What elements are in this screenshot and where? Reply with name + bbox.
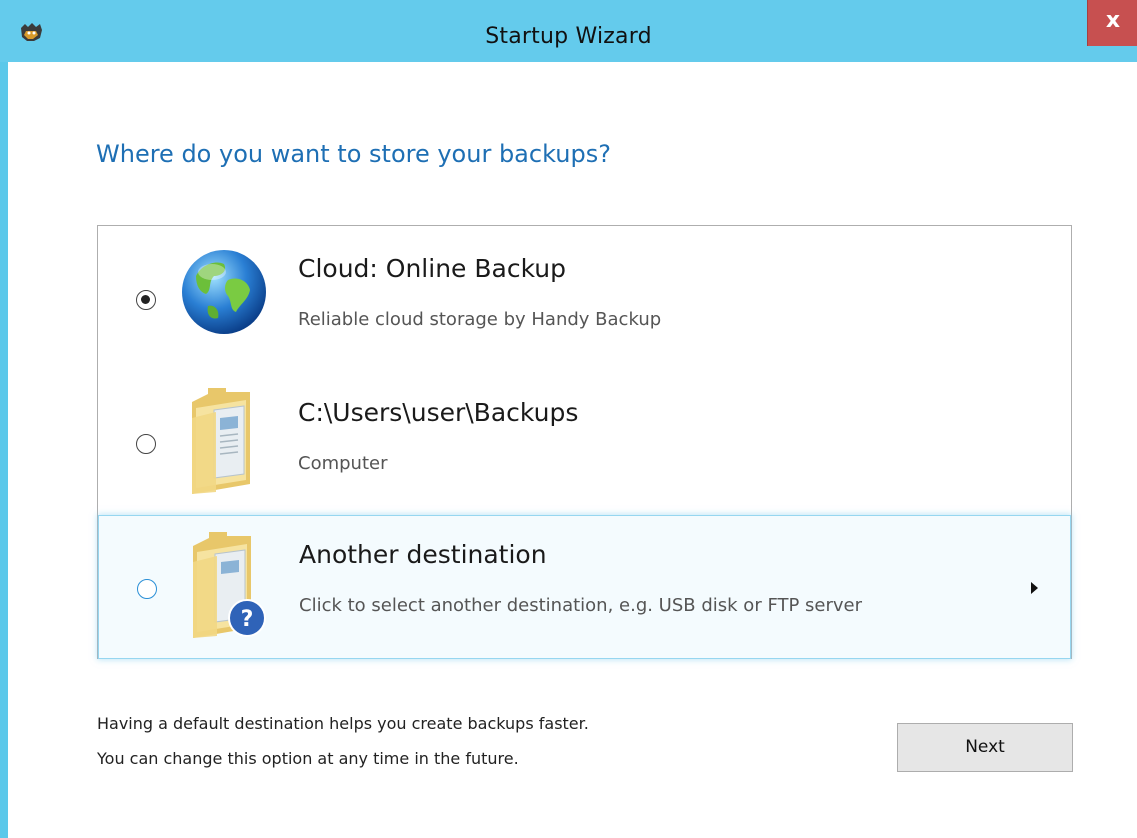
submenu-arrow-icon[interactable] bbox=[1031, 582, 1038, 594]
footer-info-line1: Having a default destination helps you c… bbox=[97, 714, 589, 733]
next-button[interactable]: Next bbox=[897, 723, 1073, 772]
radio-cloud-backup[interactable] bbox=[136, 290, 156, 310]
folder-question-icon: ? bbox=[193, 532, 266, 638]
close-button[interactable]: x bbox=[1087, 0, 1137, 46]
radio-another-destination[interactable] bbox=[137, 579, 157, 599]
option-title: C:\Users\user\Backups bbox=[298, 398, 579, 427]
option-local-folder[interactable]: C:\Users\user\Backups Computer bbox=[98, 370, 1071, 514]
window-title: Startup Wizard bbox=[485, 24, 652, 49]
destination-list: Cloud: Online Backup Reliable cloud stor… bbox=[97, 225, 1072, 659]
page-heading: Where do you want to store your backups? bbox=[96, 140, 611, 168]
footer-info-line2: You can change this option at any time i… bbox=[97, 749, 519, 768]
option-subtitle: Computer bbox=[298, 453, 388, 474]
window-frame-left bbox=[0, 0, 8, 838]
folder-icon bbox=[192, 388, 250, 494]
globe-icon bbox=[182, 250, 266, 334]
svg-text:?: ? bbox=[241, 607, 254, 632]
option-cloud-backup[interactable]: Cloud: Online Backup Reliable cloud stor… bbox=[98, 226, 1071, 370]
option-another-destination[interactable]: ? Another destination Click to select an… bbox=[98, 515, 1071, 659]
option-subtitle: Click to select another destination, e.g… bbox=[299, 595, 863, 616]
title-bar[interactable]: Startup Wizard x bbox=[0, 0, 1137, 62]
option-subtitle: Reliable cloud storage by Handy Backup bbox=[298, 309, 662, 330]
option-title: Cloud: Online Backup bbox=[298, 254, 567, 283]
radio-local-folder[interactable] bbox=[136, 434, 156, 454]
option-title: Another destination bbox=[299, 540, 547, 569]
